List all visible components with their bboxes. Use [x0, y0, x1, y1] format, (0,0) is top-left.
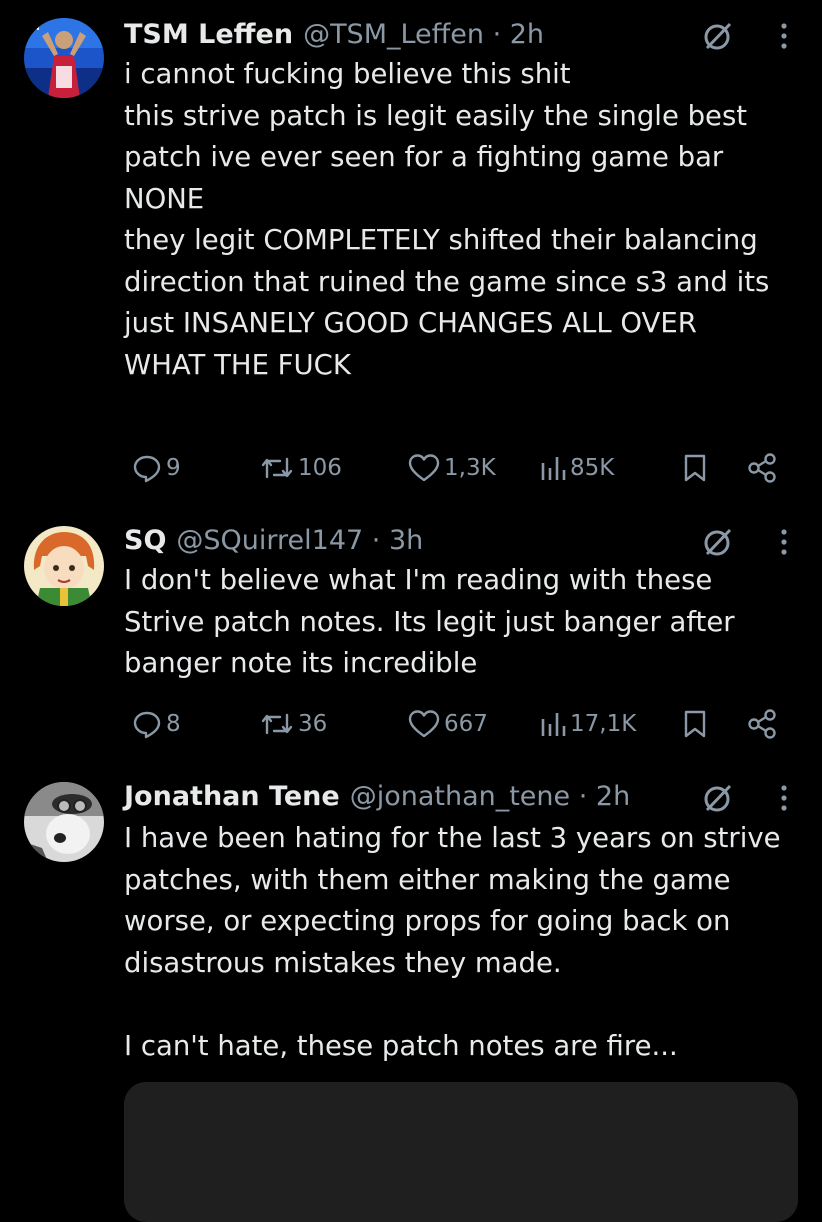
tweet-header: SQ @SQuirrel147 · 3h [124, 520, 802, 560]
bookmark-button[interactable] [682, 704, 708, 744]
tweet-header: Jonathan Tene @jonathan_tene · 2h [124, 776, 802, 816]
repost-count: 36 [298, 711, 328, 737]
share-icon [748, 453, 776, 483]
reply-count: 9 [166, 455, 181, 481]
heart-icon [408, 710, 440, 738]
tweet-text: I don't believe what I'm reading with th… [124, 564, 735, 679]
bookmark-button[interactable] [682, 448, 708, 488]
repost-count: 106 [298, 455, 342, 481]
handle-time[interactable]: @SQuirrel147 · 3h [176, 525, 423, 556]
bookmark-icon [684, 710, 706, 738]
grok-icon[interactable] [702, 782, 734, 814]
more-icon[interactable] [780, 528, 788, 556]
repost-icon [261, 713, 293, 735]
share-icon [748, 709, 776, 739]
repost-button[interactable]: 106 [260, 448, 342, 488]
views-count: 17,1K [570, 711, 637, 737]
display-name[interactable]: Jonathan Tene [124, 781, 340, 812]
views-icon [541, 713, 566, 736]
like-button[interactable]: 1,3K [408, 448, 496, 488]
tweet-2[interactable]: SQ @SQuirrel147 · 3h I don't believe wha… [0, 520, 822, 760]
repost-button[interactable]: 36 [260, 704, 327, 744]
bookmark-icon [684, 454, 706, 482]
avatar[interactable] [24, 782, 104, 862]
views-count: 85K [570, 455, 615, 481]
tweet-text: i cannot fucking believe this shit this … [124, 58, 770, 381]
reply-button[interactable]: 9 [132, 448, 181, 488]
views-button[interactable]: 85K [540, 448, 614, 488]
more-icon[interactable] [780, 22, 788, 50]
heart-icon [408, 454, 440, 482]
action-bar: 8 36 667 17,1K [124, 704, 784, 744]
reply-icon [133, 711, 161, 739]
views-icon [541, 457, 566, 480]
svg-text:ON: ON [26, 22, 40, 32]
grok-icon[interactable] [702, 526, 734, 558]
handle-time[interactable]: @jonathan_tene · 2h [350, 781, 631, 812]
handle-time[interactable]: @TSM_Leffen · 2h [303, 19, 544, 50]
share-button[interactable] [746, 704, 778, 744]
media-attachment[interactable] [124, 1082, 798, 1222]
reply-count: 8 [166, 711, 181, 737]
reply-icon [133, 455, 161, 483]
like-count: 1,3K [444, 455, 496, 481]
tweet-1[interactable]: ON TSM Leffen @TSM_Leffen · 2h i cannot … [0, 14, 822, 494]
grok-icon[interactable] [702, 20, 734, 52]
tweet-text: I have been hating for the last 3 years … [124, 822, 781, 1062]
more-icon[interactable] [780, 784, 788, 812]
repost-icon [261, 457, 293, 479]
avatar[interactable]: ON [24, 18, 104, 98]
display-name[interactable]: SQ [124, 525, 166, 556]
views-button[interactable]: 17,1K [540, 704, 636, 744]
avatar[interactable] [24, 526, 104, 606]
tweet-header: TSM Leffen @TSM_Leffen · 2h [124, 14, 802, 54]
reply-button[interactable]: 8 [132, 704, 181, 744]
like-button[interactable]: 667 [408, 704, 488, 744]
like-count: 667 [444, 711, 488, 737]
display-name[interactable]: TSM Leffen [124, 19, 293, 50]
action-bar: 9 106 1,3K 85K [124, 448, 784, 488]
share-button[interactable] [746, 448, 778, 488]
